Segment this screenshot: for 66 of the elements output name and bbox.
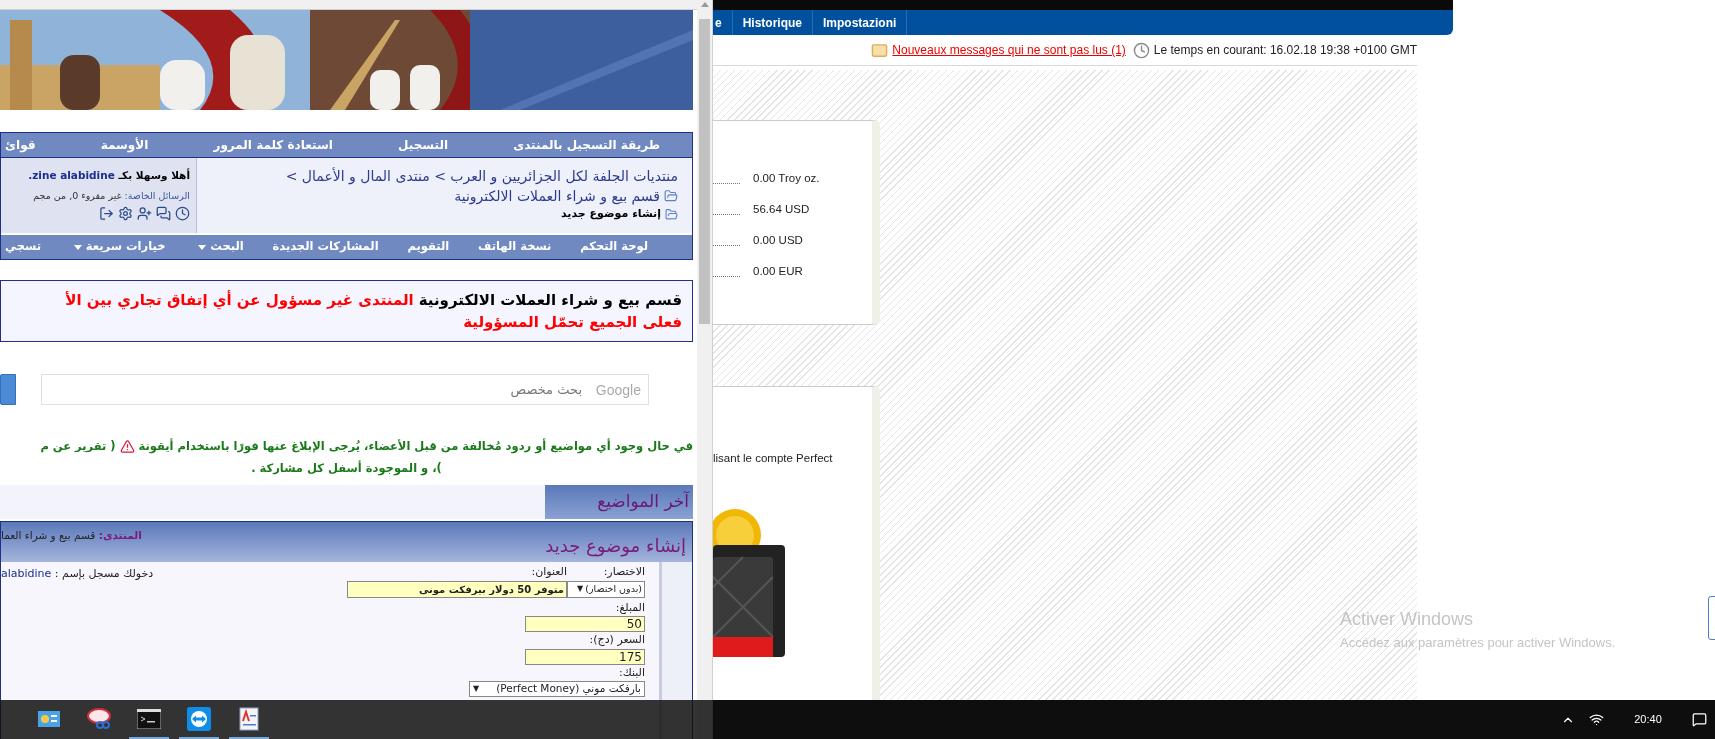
breadcrumb-link[interactable]: منتديات الجلفة لكل الجزائريين و العرب > منتدى المال و الأعمال > [197, 166, 678, 186]
balance-value: 0.00 USD [753, 232, 803, 248]
nav-link[interactable]: قوائ [1, 136, 40, 154]
prefix-select[interactable]: (بدون اختصار) ▼ [567, 580, 645, 598]
folder-icon [665, 207, 678, 221]
nav-link[interactable]: المشاركات الجديدة [268, 238, 383, 256]
nav-link[interactable]: طريقة التسجيل بالمنتدى [509, 136, 664, 154]
panel-title: إنشاء موضوع جديد [545, 534, 686, 559]
amount-field[interactable]: 50 [525, 616, 645, 632]
field-label: السعر (دج): [589, 632, 645, 648]
settings-icon[interactable] [118, 206, 133, 221]
clock-icon [1132, 41, 1150, 59]
field-label: البنك: [618, 664, 645, 681]
warning-text: المنتدى غير مسؤول عن أي إتفاق تجاري بين الأ [65, 289, 414, 311]
nav-link[interactable]: لوحة التحكم [576, 238, 652, 256]
nav-link[interactable]: التسجيل [394, 136, 452, 154]
field-label: المبلغ: [615, 599, 645, 616]
remote-control-icon[interactable] [187, 706, 211, 731]
nav-link[interactable]: استعادة كلمة المرور [209, 136, 337, 154]
clock-icon[interactable] [175, 206, 190, 221]
user-plus-icon[interactable] [137, 206, 152, 221]
time-text: Le temps en courant: 16.02.18 19:38 +0100 GMT [1153, 42, 1417, 60]
field-label: العنوان: [530, 564, 567, 580]
nav-link[interactable]: الأوسمة [96, 136, 153, 154]
report-notice-text: في حال وجود أي مواضيع أو ردود مُخالفة من قبل الأعضاء، يُرجى الإبلاغ عنها فورًا باستخدام أيقونة [138, 437, 693, 456]
control-panel-icon[interactable] [38, 708, 60, 729]
document-icon[interactable] [239, 706, 259, 731]
notice-text: قسم بيع و شراء العملات الالكترونية [418, 290, 682, 311]
promo-text: lisant le compte Perfect [713, 452, 833, 464]
breadcrumb-link[interactable]: قسم بيع و شراء العملات الالكترونية [454, 186, 660, 206]
report-notice-text: ( تقرير عن م [40, 438, 116, 455]
field-label: الاختصار: [602, 564, 645, 580]
search-brand-text: Google [595, 381, 641, 400]
section-header: آخر المواضيع [545, 485, 693, 519]
chat-icon[interactable] [156, 206, 171, 221]
side-tab[interactable] [1708, 596, 1715, 640]
nav-link[interactable]: نسخة الهاتف [473, 238, 556, 256]
notification-icon[interactable] [1692, 712, 1707, 727]
report-notice-text: )، و الموجودة أسفل كل مشاركة . [251, 459, 442, 478]
warning-icon [119, 438, 135, 454]
balance-value: 0.00 Troy oz. [753, 170, 820, 186]
nav-link[interactable]: Historique [732, 10, 814, 36]
nav-link[interactable]: e [713, 10, 733, 36]
private-messages-text: الرسائل الخاصة: غير مقروء 0, من مجم [32, 188, 190, 203]
nav-link[interactable]: البحث [190, 238, 248, 256]
price-field[interactable]: 175 [525, 648, 645, 665]
network-icon[interactable] [1589, 712, 1604, 727]
messages-link[interactable]: Nouveaux messages qui ne sont pas lus (1) [892, 41, 1126, 60]
nav-link[interactable]: خيارات سريعة [65, 238, 170, 256]
folder-icon [664, 189, 678, 203]
nav-link[interactable]: تسجي [1, 238, 45, 256]
nav-link[interactable]: التقويم [403, 238, 454, 256]
terminal-icon[interactable] [137, 708, 161, 729]
bank-select[interactable]: بارفكت موني (Perfect Money) ▼ [469, 681, 645, 697]
page-title: إنشاء موضوع جديد [560, 206, 661, 222]
subject-field[interactable]: متوفر 50 دولار بيرفكت موني [347, 580, 567, 598]
warning-text: فعلى الجميع تحمّل المسؤولية [463, 312, 682, 333]
balance-value: 56.64 USD [753, 201, 810, 217]
activation-subtitle: Accédez aux paramètres pour activer Windows. [1340, 634, 1616, 652]
logout-icon[interactable] [99, 206, 114, 221]
balance-value: 0.00 EUR [753, 263, 803, 279]
scissors-icon[interactable] [87, 707, 111, 730]
clock-text[interactable]: 20:40 [1618, 711, 1678, 728]
nav-link[interactable]: Impostazioni [813, 10, 908, 36]
forum-name-text: المنتدى: قسم بيع و شراء العما [1, 528, 142, 544]
activation-title: Activer Windows [1340, 608, 1475, 631]
